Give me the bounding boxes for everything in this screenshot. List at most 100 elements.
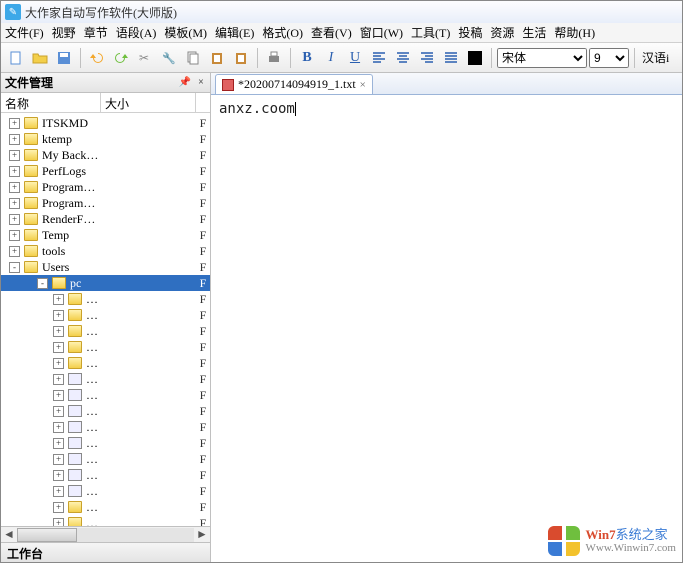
menu-item[interactable]: 工具(T) <box>411 24 450 41</box>
expand-toggle[interactable]: + <box>53 502 64 513</box>
undo-button[interactable] <box>86 47 108 69</box>
tree-node[interactable]: +…F <box>1 291 210 307</box>
copy-button[interactable] <box>182 47 204 69</box>
tree-node[interactable]: +…F <box>1 387 210 403</box>
menu-item[interactable]: 视野 <box>52 24 76 41</box>
document-tab[interactable]: *20200714094919_1.txt × <box>215 74 373 94</box>
tree-node[interactable]: +…F <box>1 339 210 355</box>
scroll-right-icon[interactable]: ► <box>194 527 210 542</box>
expand-toggle[interactable]: + <box>53 470 64 481</box>
tab-close-icon[interactable]: × <box>360 79 366 91</box>
scroll-thumb[interactable] <box>17 528 77 542</box>
tree-node[interactable]: +…F <box>1 355 210 371</box>
tree-node[interactable]: +…F <box>1 515 210 526</box>
expand-toggle[interactable]: - <box>37 278 48 289</box>
expand-toggle[interactable]: + <box>53 374 64 385</box>
expand-toggle[interactable]: + <box>9 166 20 177</box>
column-flag[interactable] <box>196 93 210 112</box>
menu-item[interactable]: 投稿 <box>458 24 482 41</box>
expand-toggle[interactable]: + <box>53 310 64 321</box>
tree-node[interactable]: +…F <box>1 467 210 483</box>
expand-toggle[interactable]: + <box>53 390 64 401</box>
tree-node[interactable]: +toolsF <box>1 243 210 259</box>
expand-toggle[interactable]: + <box>9 182 20 193</box>
font-size-select[interactable]: 9 <box>589 48 629 68</box>
cut-button[interactable]: ✂ <box>134 47 156 69</box>
sidebar-close-icon[interactable]: × <box>194 75 208 89</box>
align-center-button[interactable] <box>392 47 414 69</box>
document-content[interactable]: anxz.coom <box>211 95 682 562</box>
expand-toggle[interactable]: + <box>53 406 64 417</box>
menu-item[interactable]: 模板(M) <box>164 24 207 41</box>
expand-toggle[interactable]: + <box>53 358 64 369</box>
menu-item[interactable]: 编辑(E) <box>215 24 254 41</box>
align-left-button[interactable] <box>368 47 390 69</box>
tree-node[interactable]: +…F <box>1 435 210 451</box>
expand-toggle[interactable]: + <box>9 150 20 161</box>
align-right-button[interactable] <box>416 47 438 69</box>
expand-toggle[interactable]: + <box>53 342 64 353</box>
scroll-track[interactable] <box>17 528 194 542</box>
expand-toggle[interactable]: + <box>53 438 64 449</box>
expand-toggle[interactable]: + <box>9 198 20 209</box>
tree-node[interactable]: +…F <box>1 403 210 419</box>
tree-node[interactable]: +…F <box>1 307 210 323</box>
expand-toggle[interactable]: + <box>53 326 64 337</box>
expand-toggle[interactable]: + <box>9 214 20 225</box>
paste-special-button[interactable] <box>230 47 252 69</box>
expand-toggle[interactable]: + <box>9 118 20 129</box>
sidebar-pin-icon[interactable]: 📌 <box>178 75 192 89</box>
tree-node[interactable]: +My Back…F <box>1 147 210 163</box>
expand-toggle[interactable]: + <box>9 134 20 145</box>
redo-button[interactable] <box>110 47 132 69</box>
tree-node[interactable]: +…F <box>1 483 210 499</box>
expand-toggle[interactable]: + <box>53 294 64 305</box>
bold-button[interactable]: B <box>296 47 318 69</box>
menu-item[interactable]: 资源 <box>490 24 514 41</box>
tree-node[interactable]: +ITSKMDF <box>1 115 210 131</box>
font-color-button[interactable] <box>464 47 486 69</box>
workbench-label[interactable]: 工作台 <box>1 542 210 562</box>
expand-toggle[interactable]: + <box>53 486 64 497</box>
menu-item[interactable]: 生活 <box>522 24 546 41</box>
align-justify-button[interactable] <box>440 47 462 69</box>
tree-node[interactable]: +…F <box>1 371 210 387</box>
expand-toggle[interactable]: + <box>9 246 20 257</box>
tree-node[interactable]: +…F <box>1 419 210 435</box>
print-button[interactable] <box>263 47 285 69</box>
font-family-select[interactable]: 宋体 <box>497 48 587 68</box>
tree-node[interactable]: +ktempF <box>1 131 210 147</box>
expand-toggle[interactable]: + <box>53 518 64 527</box>
menu-item[interactable]: 格式(O) <box>262 24 303 41</box>
tree-node[interactable]: +PerfLogsF <box>1 163 210 179</box>
chinese-input-label[interactable]: 汉语i <box>640 49 671 66</box>
menu-item[interactable]: 窗口(W) <box>360 24 403 41</box>
tree-node[interactable]: +Program…F <box>1 179 210 195</box>
tree-node[interactable]: +…F <box>1 323 210 339</box>
expand-toggle[interactable]: + <box>53 422 64 433</box>
tree-node[interactable]: +…F <box>1 499 210 515</box>
column-size[interactable]: 大小 <box>101 93 196 112</box>
menu-item[interactable]: 帮助(H) <box>554 24 595 41</box>
menu-item[interactable]: 文件(F) <box>5 24 44 41</box>
sidebar-scrollbar[interactable]: ◄ ► <box>1 526 210 542</box>
new-file-button[interactable] <box>5 47 27 69</box>
tree-node[interactable]: +RenderF…F <box>1 211 210 227</box>
save-button[interactable] <box>53 47 75 69</box>
tree-node[interactable]: +Program…F <box>1 195 210 211</box>
menu-item[interactable]: 语段(A) <box>116 24 157 41</box>
paste-button[interactable] <box>206 47 228 69</box>
open-file-button[interactable] <box>29 47 51 69</box>
scroll-left-icon[interactable]: ◄ <box>1 527 17 542</box>
menu-item[interactable]: 查看(V) <box>311 24 352 41</box>
underline-button[interactable]: U <box>344 47 366 69</box>
settings-button[interactable]: 🔧 <box>158 47 180 69</box>
tree-node[interactable]: -UsersF <box>1 259 210 275</box>
menu-item[interactable]: 章节 <box>84 24 108 41</box>
italic-button[interactable]: I <box>320 47 342 69</box>
tree-node[interactable]: +TempF <box>1 227 210 243</box>
tree-node[interactable]: -pcF <box>1 275 210 291</box>
file-tree[interactable]: +ITSKMDF+ktempF+My Back…F+PerfLogsF+Prog… <box>1 113 210 526</box>
expand-toggle[interactable]: + <box>9 230 20 241</box>
tree-node[interactable]: +…F <box>1 451 210 467</box>
